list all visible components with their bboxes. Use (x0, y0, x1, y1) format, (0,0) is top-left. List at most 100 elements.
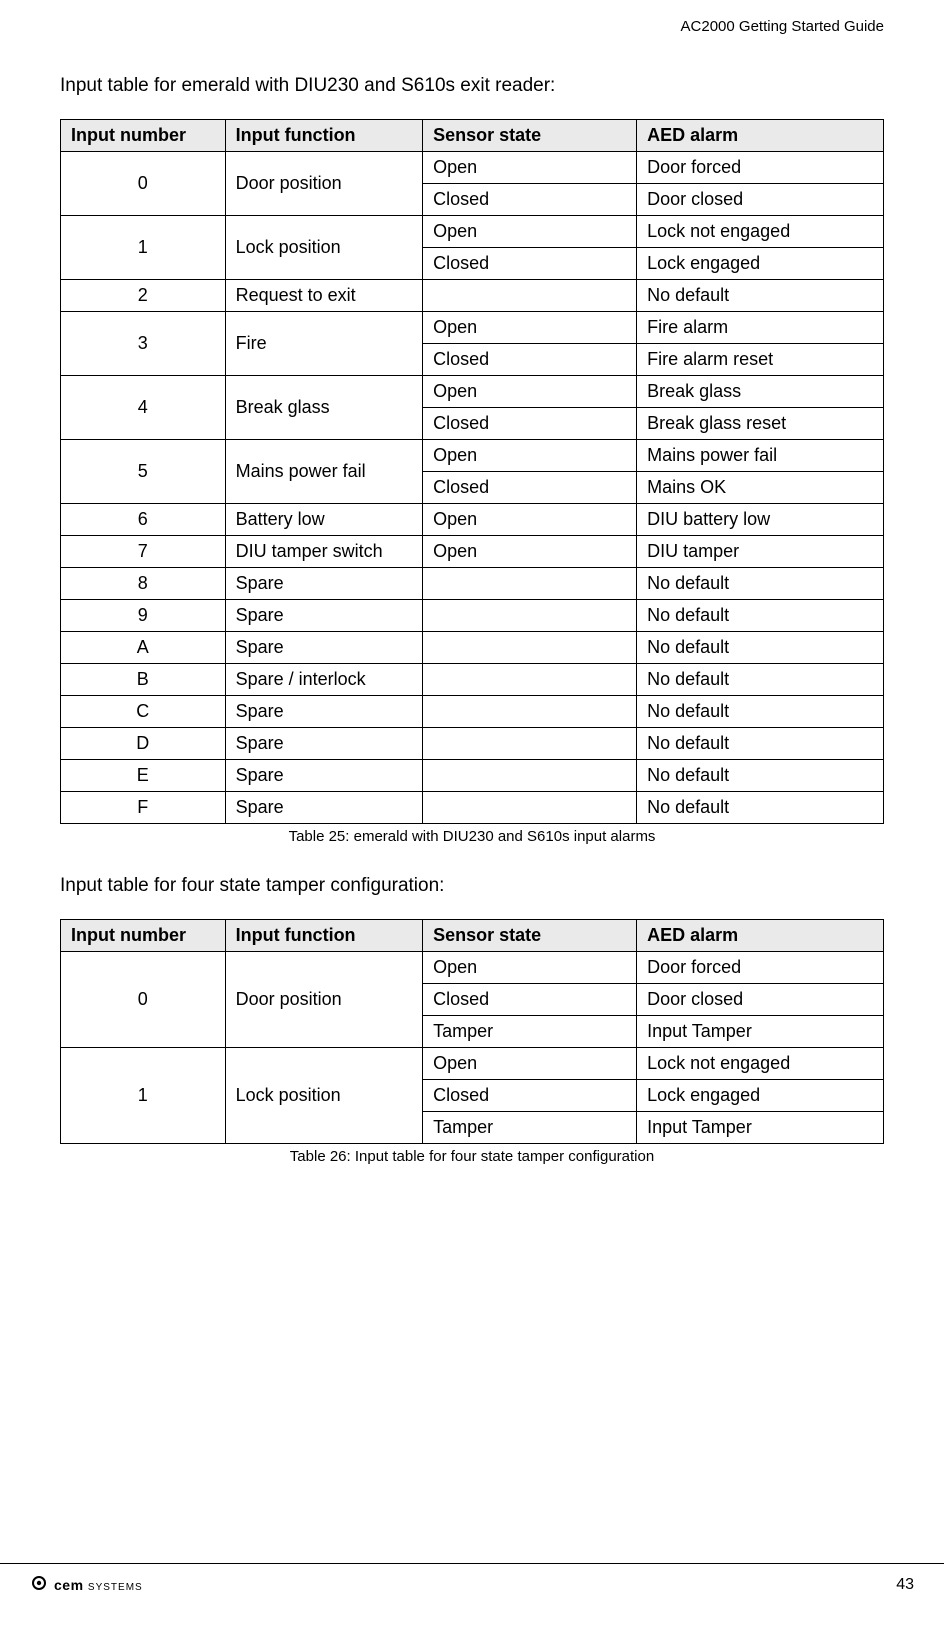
cell-sensor-state: Closed (423, 1080, 637, 1112)
table-row: 9SpareNo default (61, 600, 884, 632)
col-input-function: Input function (225, 920, 423, 952)
cell-aed-alarm: Input Tamper (637, 1112, 884, 1144)
table-header-row: Input number Input function Sensor state… (61, 920, 884, 952)
cell-aed-alarm: Mains power fail (637, 440, 884, 472)
page-number: 43 (896, 1576, 914, 1594)
cell-input-number: E (61, 760, 226, 792)
cell-sensor-state: Open (423, 312, 637, 344)
cell-input-number: 1 (61, 1048, 226, 1144)
cell-sensor-state (423, 568, 637, 600)
cell-aed-alarm: No default (637, 728, 884, 760)
cell-input-function: DIU tamper switch (225, 536, 423, 568)
cell-input-number: A (61, 632, 226, 664)
cell-aed-alarm: No default (637, 760, 884, 792)
cell-input-number: F (61, 792, 226, 824)
cell-aed-alarm: Door closed (637, 984, 884, 1016)
section1-intro: Input table for emerald with DIU230 and … (60, 75, 884, 97)
table-row: 6Battery lowOpenDIU battery low (61, 504, 884, 536)
page-header: AC2000 Getting Started Guide (0, 0, 944, 35)
table-row: FSpare No default (61, 792, 884, 824)
table-row: ASpare No default (61, 632, 884, 664)
cell-input-function: Spare (225, 600, 423, 632)
cell-aed-alarm: No default (637, 792, 884, 824)
cell-input-function: Spare (225, 728, 423, 760)
page-footer: cem SYSTEMS 43 (0, 1563, 944, 1595)
table-row: DSpare No default (61, 728, 884, 760)
cell-sensor-state: Tamper (423, 1016, 637, 1048)
cell-aed-alarm: Fire alarm reset (637, 344, 884, 376)
cell-sensor-state: Closed (423, 472, 637, 504)
cell-aed-alarm: Mains OK (637, 472, 884, 504)
cell-input-number: B (61, 664, 226, 696)
table-row: 5Mains power failOpenMains power fail (61, 440, 884, 472)
cell-input-number: 1 (61, 216, 226, 280)
cell-sensor-state (423, 600, 637, 632)
table-row: 4Break glassOpenBreak glass (61, 376, 884, 408)
cell-input-function: Door position (225, 952, 423, 1048)
cell-input-function: Spare (225, 696, 423, 728)
cell-sensor-state: Tamper (423, 1112, 637, 1144)
section2-intro: Input table for four state tamper config… (60, 875, 884, 897)
cell-input-function: Lock position (225, 216, 423, 280)
cell-aed-alarm: No default (637, 632, 884, 664)
cell-aed-alarm: Fire alarm (637, 312, 884, 344)
cell-sensor-state (423, 632, 637, 664)
cell-input-function: Lock position (225, 1048, 423, 1144)
col-input-number: Input number (61, 120, 226, 152)
cell-sensor-state (423, 760, 637, 792)
cell-input-function: Spare / interlock (225, 664, 423, 696)
cell-aed-alarm: No default (637, 280, 884, 312)
cell-sensor-state: Open (423, 952, 637, 984)
cell-input-number: C (61, 696, 226, 728)
cell-aed-alarm: Door closed (637, 184, 884, 216)
table-emerald-inputs: Input number Input function Sensor state… (60, 119, 884, 824)
cell-input-number: 0 (61, 152, 226, 216)
cell-input-number: 0 (61, 952, 226, 1048)
cell-sensor-state: Open (423, 440, 637, 472)
cell-sensor-state: Open (423, 216, 637, 248)
table-row: 7DIU tamper switchOpenDIU tamper (61, 536, 884, 568)
table-row: 3FireOpenFire alarm (61, 312, 884, 344)
cell-sensor-state (423, 696, 637, 728)
cell-aed-alarm: Lock not engaged (637, 216, 884, 248)
table-row: 8SpareNo default (61, 568, 884, 600)
col-input-function: Input function (225, 120, 423, 152)
table-four-state-tamper: Input number Input function Sensor state… (60, 919, 884, 1144)
cell-sensor-state: Closed (423, 408, 637, 440)
cell-input-function: Spare (225, 760, 423, 792)
cell-aed-alarm: Break glass (637, 376, 884, 408)
cell-sensor-state (423, 280, 637, 312)
cell-input-function: Break glass (225, 376, 423, 440)
cell-input-number: 2 (61, 280, 226, 312)
cell-sensor-state: Open (423, 504, 637, 536)
table-row: CSpare No default (61, 696, 884, 728)
logo-icon (30, 1574, 48, 1595)
cell-input-function: Spare (225, 568, 423, 600)
cell-input-function: Spare (225, 792, 423, 824)
cell-input-function: Battery low (225, 504, 423, 536)
cell-input-number: 7 (61, 536, 226, 568)
cell-aed-alarm: DIU battery low (637, 504, 884, 536)
table-row: 1Lock positionOpenLock not engaged (61, 1048, 884, 1080)
cell-aed-alarm: No default (637, 696, 884, 728)
document-title: AC2000 Getting Started Guide (681, 18, 884, 35)
col-aed-alarm: AED alarm (637, 920, 884, 952)
cell-input-function: Mains power fail (225, 440, 423, 504)
cell-input-number: D (61, 728, 226, 760)
cell-sensor-state (423, 728, 637, 760)
page-content: Input table for emerald with DIU230 and … (0, 35, 944, 1165)
table-row: 2Request to exitNo default (61, 280, 884, 312)
cell-input-number: 9 (61, 600, 226, 632)
cell-sensor-state (423, 792, 637, 824)
logo-brand: cem SYSTEMS (54, 1577, 143, 1593)
col-sensor-state: Sensor state (423, 120, 637, 152)
cell-aed-alarm: Door forced (637, 952, 884, 984)
table-body: 0Door positionOpenDoor forced Closed Door … (61, 152, 884, 824)
cell-input-number: 3 (61, 312, 226, 376)
table-row: 0Door positionOpenDoor forced (61, 152, 884, 184)
col-sensor-state: Sensor state (423, 920, 637, 952)
cell-sensor-state: Open (423, 152, 637, 184)
cell-input-function: Spare (225, 632, 423, 664)
col-aed-alarm: AED alarm (637, 120, 884, 152)
col-input-number: Input number (61, 920, 226, 952)
